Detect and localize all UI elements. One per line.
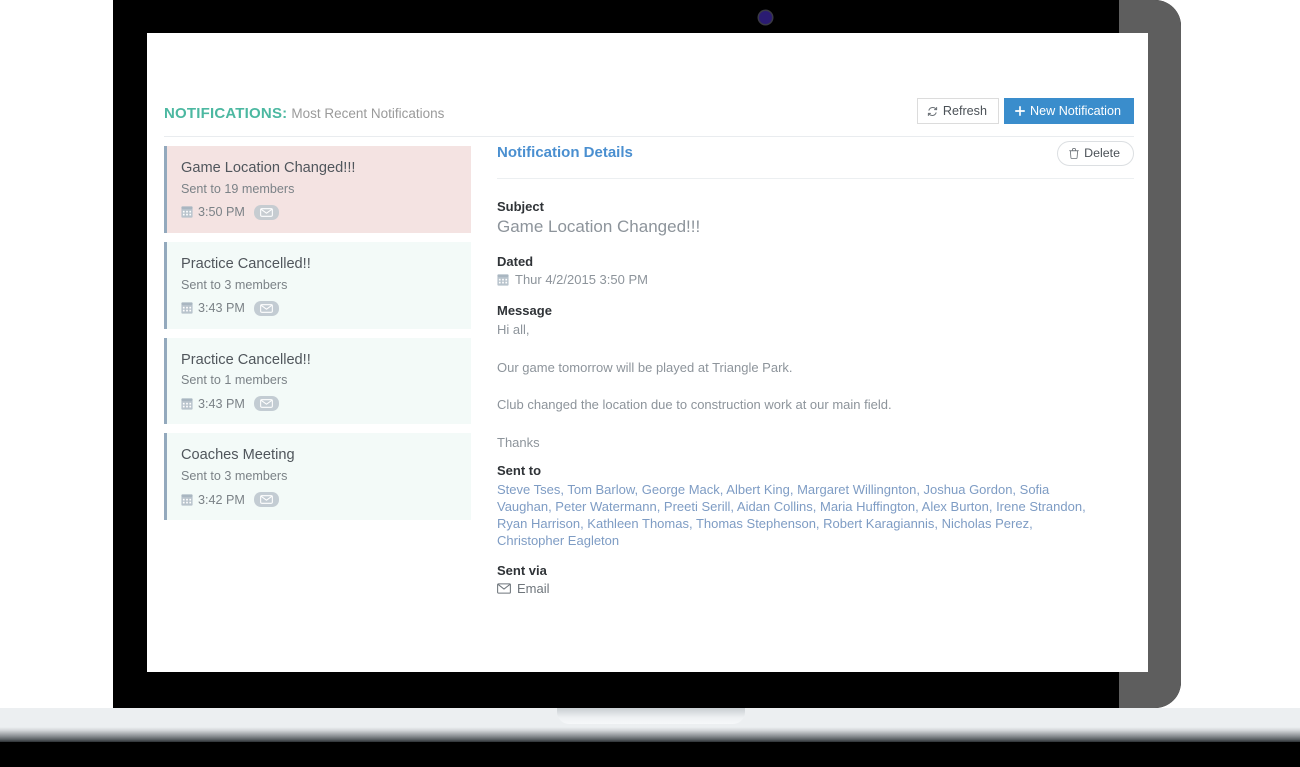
sent-via-value: Email <box>497 581 550 596</box>
sent-to-label: Sent to <box>497 462 542 478</box>
notification-item-recipient-count: Sent to 19 members <box>181 181 295 196</box>
envelope-icon <box>497 583 511 594</box>
page-header: NOTIFICATIONS:Most Recent Notifications <box>164 96 1134 137</box>
notification-item-time-label: 3:43 PM <box>198 301 245 316</box>
laptop-base-notch <box>557 708 745 724</box>
message-line: Club changed the location due to constru… <box>497 397 892 413</box>
refresh-button-label: Refresh <box>942 103 987 118</box>
notification-item-title: Practice Cancelled!! <box>181 351 311 368</box>
message-label: Message <box>497 303 552 319</box>
webcam-dot-icon <box>759 11 772 24</box>
notifications-app: NOTIFICATIONS:Most Recent Notifications <box>147 33 1148 672</box>
message-line: Thanks <box>497 435 540 451</box>
notification-list-item[interactable]: Practice Cancelled!! Sent to 3 members 3… <box>164 241 471 329</box>
laptop-screen: NOTIFICATIONS:Most Recent Notifications <box>147 33 1148 672</box>
delete-button[interactable]: Delete <box>1057 141 1134 166</box>
laptop-base-shadow <box>0 742 1300 767</box>
refresh-icon <box>927 106 938 117</box>
recipients-list: Steve Tses, Tom Barlow, George Mack, Alb… <box>497 481 1086 549</box>
message-line: Hi all, <box>497 322 530 338</box>
page-subtitle: Most Recent Notifications <box>291 106 445 121</box>
notification-item-time: 3:42 PM <box>181 493 245 507</box>
notification-details-panel: Notification Details Delete Subject Game… <box>497 141 1134 599</box>
calendar-icon <box>181 302 193 314</box>
notification-item-time-label: 3:42 PM <box>198 492 245 507</box>
header-actions: Refresh New Notification <box>916 98 1134 124</box>
notification-item-title: Coaches Meeting <box>181 447 295 464</box>
new-notification-button-label: New Notification <box>1030 103 1121 118</box>
notification-item-meta: 3:43 PM <box>181 396 457 412</box>
notification-item-time: 3:43 PM <box>181 397 245 411</box>
envelope-icon <box>253 396 279 412</box>
page-heading: NOTIFICATIONS: Most Recent Notifications <box>164 105 444 123</box>
calendar-icon <box>181 398 193 410</box>
notification-item-meta: 3:42 PM <box>181 492 457 508</box>
page-title: NOTIFICATIONS: <box>164 105 288 122</box>
notification-item-meta: 3:50 PM <box>181 204 457 220</box>
notification-item-time: 3:50 PM <box>181 205 245 219</box>
trash-icon <box>1069 148 1080 159</box>
envelope-icon <box>253 492 279 508</box>
notification-item-time-label: 3:43 PM <box>198 396 245 411</box>
dated-value: Thur 4/2/2015 3:50 PM <box>497 272 648 287</box>
sent-via-value-text: Email <box>517 581 550 597</box>
calendar-icon <box>181 494 193 506</box>
dated-value-text: Thur 4/2/2015 3:50 PM <box>515 272 648 288</box>
new-notification-button[interactable]: New Notification <box>1004 98 1134 124</box>
delete-button-label: Delete <box>1084 146 1120 161</box>
notification-item-time: 3:43 PM <box>181 301 245 315</box>
details-title: Notification Details <box>497 144 633 161</box>
notification-item-recipient-count: Sent to 3 members <box>181 277 288 292</box>
notification-item-recipient-count: Sent to 3 members <box>181 469 288 484</box>
notification-list: Game Location Changed!!! Sent to 19 memb… <box>164 146 471 529</box>
notification-list-item[interactable]: Game Location Changed!!! Sent to 19 memb… <box>164 146 471 233</box>
notification-item-recipient-count: Sent to 1 members <box>181 373 288 388</box>
calendar-icon <box>497 274 509 286</box>
notification-list-item[interactable]: Practice Cancelled!! Sent to 1 members 3… <box>164 337 471 425</box>
notification-list-item[interactable]: Coaches Meeting Sent to 3 members 3:42 P… <box>164 433 471 521</box>
notification-item-title: Game Location Changed!!! <box>181 160 356 176</box>
message-body: Hi all, Our game tomorrow will be played… <box>497 321 1134 451</box>
details-body: Subject Game Location Changed!!! Dated T… <box>497 179 1134 599</box>
notification-item-time-label: 3:50 PM <box>198 205 245 220</box>
refresh-button[interactable]: Refresh <box>916 98 999 124</box>
sent-via-label: Sent via <box>497 563 547 579</box>
notification-item-meta: 3:43 PM <box>181 300 457 316</box>
dated-label: Dated <box>497 254 534 270</box>
plus-icon <box>1015 106 1025 116</box>
envelope-icon <box>253 204 279 220</box>
envelope-icon <box>253 300 279 316</box>
calendar-icon <box>181 206 193 218</box>
subject-value: Game Location Changed!!! <box>497 217 701 236</box>
notification-item-title: Practice Cancelled!! <box>181 255 311 272</box>
message-line: Our game tomorrow will be played at Tria… <box>497 359 793 375</box>
subject-label: Subject <box>497 199 544 214</box>
laptop-mockup: NOTIFICATIONS:Most Recent Notifications <box>0 0 1300 767</box>
details-header: Notification Details Delete <box>497 141 1134 179</box>
laptop-lid-top-notch <box>113 0 718 34</box>
